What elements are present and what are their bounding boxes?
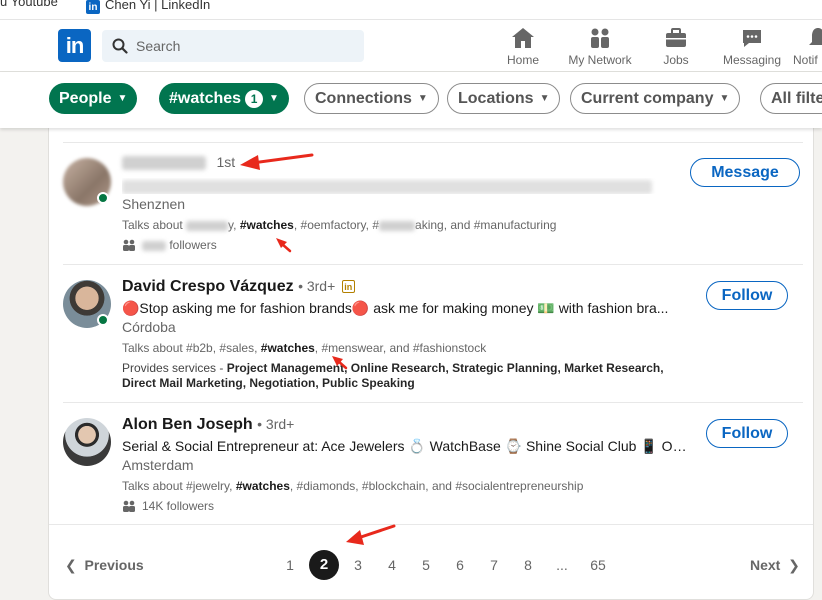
filter-count-badge: 1 bbox=[245, 89, 264, 108]
linkedin-small-icon: in bbox=[86, 0, 100, 14]
page-button[interactable]: 7 bbox=[479, 550, 509, 580]
follow-button[interactable]: Follow bbox=[706, 281, 788, 310]
search-input[interactable] bbox=[136, 38, 336, 54]
filter-locations[interactable]: Locations ▼ bbox=[447, 83, 561, 114]
people-icon bbox=[123, 239, 135, 252]
result-talks-about: Talks about y, #watches, #oemfactory, # a… bbox=[122, 218, 557, 233]
connection-degree: • 3rd+ bbox=[298, 278, 336, 294]
filter-hashtag-label: #watches bbox=[169, 89, 242, 107]
avatar[interactable] bbox=[63, 418, 111, 466]
connection-degree: 1st bbox=[216, 154, 236, 170]
nav-home[interactable]: Home bbox=[485, 26, 561, 67]
linkedin-logo-icon[interactable]: in bbox=[58, 29, 91, 62]
online-status-dot bbox=[97, 192, 109, 204]
chevron-left-icon: ❮ bbox=[65, 557, 77, 573]
result-item[interactable]: Alon Ben Joseph • 3rd+ Serial & Social E… bbox=[63, 416, 803, 524]
filter-people[interactable]: People ▼ bbox=[49, 83, 138, 114]
filter-current-company[interactable]: Current company ▼ bbox=[570, 83, 741, 114]
filter-hashtag[interactable]: #watches 1 ▼ bbox=[159, 83, 289, 114]
result-name[interactable]: Alon Ben Joseph • 3rd+ bbox=[122, 416, 692, 434]
chevron-right-icon: ❯ bbox=[788, 557, 800, 573]
result-headline: 🔴Stop asking me for fashion brands🔴 ask … bbox=[122, 300, 669, 316]
nav-messaging[interactable]: Messaging bbox=[714, 26, 790, 67]
nav-home-label: Home bbox=[506, 53, 539, 67]
filter-locations-label: Locations bbox=[458, 89, 534, 107]
linkedin-premium-icon: in bbox=[341, 280, 355, 294]
page-button[interactable]: 65 bbox=[583, 550, 613, 580]
result-talks-about: Talks about #jewelry, #watches, #diamond… bbox=[122, 479, 584, 493]
bookmark-linkedin-label: Chen Yi | LinkedIn bbox=[105, 0, 211, 12]
network-icon bbox=[591, 28, 609, 48]
page-button[interactable]: 8 bbox=[513, 550, 543, 580]
top-navigation: in Home My Network Jobs Messaging Notif bbox=[0, 20, 822, 72]
search-results-card: 1st Shenznen Talks about y, #watches, #o… bbox=[48, 115, 814, 600]
result-name[interactable]: 1st bbox=[122, 154, 692, 172]
result-location: Amsterdam bbox=[122, 457, 194, 473]
result-item[interactable]: David Crespo Vázquez • 3rd+ in 🔴Stop ask… bbox=[63, 278, 803, 402]
result-name[interactable]: David Crespo Vázquez • 3rd+ in bbox=[122, 278, 692, 296]
result-location: Córdoba bbox=[122, 319, 176, 335]
filter-connections-label: Connections bbox=[315, 89, 412, 107]
message-button[interactable]: Message bbox=[690, 158, 800, 187]
page-ellipsis: ... bbox=[556, 557, 568, 573]
search-box[interactable] bbox=[102, 30, 364, 62]
result-followers: followers bbox=[122, 238, 692, 252]
online-status-dot bbox=[97, 314, 109, 326]
caret-down-icon: ▼ bbox=[539, 93, 550, 104]
filter-people-label: People bbox=[59, 89, 112, 107]
nav-messaging-label: Messaging bbox=[722, 53, 782, 67]
result-location: Shenznen bbox=[122, 196, 186, 213]
nav-my-network-label: My Network bbox=[568, 53, 632, 67]
nav-notifications[interactable]: Notif bbox=[782, 26, 822, 67]
filter-all-filters[interactable]: All filte bbox=[760, 83, 822, 114]
caret-down-icon: ▼ bbox=[117, 93, 128, 104]
result-services: Provides services - Project Management, … bbox=[122, 361, 664, 390]
page-button-current[interactable]: 2 bbox=[309, 550, 339, 580]
home-icon bbox=[512, 28, 534, 48]
bell-icon bbox=[809, 28, 822, 45]
result-headline bbox=[122, 178, 692, 195]
bookmark-youtube[interactable]: u Youtube bbox=[0, 0, 58, 9]
people-icon bbox=[123, 500, 135, 512]
bookmarks-bar: u Youtube in Chen Yi | LinkedIn bbox=[0, 0, 822, 20]
messaging-icon bbox=[743, 30, 761, 47]
previous-button[interactable]: ❮ Previous bbox=[65, 550, 144, 580]
page-button[interactable]: 4 bbox=[377, 550, 407, 580]
redacted-headline bbox=[122, 180, 652, 195]
result-item[interactable]: 1st Shenznen Talks about y, #watches, #o… bbox=[63, 154, 803, 264]
caret-down-icon: ▼ bbox=[719, 93, 730, 104]
page-button[interactable]: 1 bbox=[275, 550, 305, 580]
page-button[interactable]: 3 bbox=[343, 550, 373, 580]
result-followers: 14K followers bbox=[122, 499, 692, 513]
page-button[interactable]: 5 bbox=[411, 550, 441, 580]
search-icon bbox=[112, 38, 128, 54]
filter-connections[interactable]: Connections ▼ bbox=[304, 83, 439, 114]
nav-notifications-label: Notif bbox=[793, 53, 818, 67]
nav-jobs[interactable]: Jobs bbox=[638, 26, 714, 67]
filter-current-company-label: Current company bbox=[581, 89, 714, 107]
bookmark-linkedin[interactable]: in Chen Yi | LinkedIn bbox=[86, 0, 210, 14]
caret-down-icon: ▼ bbox=[269, 93, 279, 104]
result-talks-about: Talks about #b2b, #sales, #watches, #men… bbox=[122, 341, 487, 355]
briefcase-icon bbox=[666, 28, 686, 47]
divider bbox=[63, 402, 803, 403]
filter-all-filters-label: All filte bbox=[771, 89, 822, 107]
nav-my-network[interactable]: My Network bbox=[562, 26, 638, 67]
redacted-name bbox=[122, 155, 206, 170]
next-button[interactable]: Next ❯ bbox=[750, 550, 800, 580]
follow-button[interactable]: Follow bbox=[706, 419, 788, 448]
divider bbox=[63, 264, 803, 265]
result-headline: Serial & Social Entrepreneur at: Ace Jew… bbox=[122, 438, 692, 454]
nav-jobs-label: Jobs bbox=[663, 53, 689, 67]
page-button[interactable]: 6 bbox=[445, 550, 475, 580]
pagination: ❮ Previous 1 2 3 4 5 6 7 8 ... 65 Next ❯ bbox=[49, 524, 813, 599]
connection-degree: • 3rd+ bbox=[257, 416, 295, 432]
search-filters-bar: People ▼ #watches 1 ▼ Connections ▼ Loca… bbox=[0, 72, 822, 128]
divider bbox=[63, 142, 803, 143]
caret-down-icon: ▼ bbox=[417, 93, 428, 104]
